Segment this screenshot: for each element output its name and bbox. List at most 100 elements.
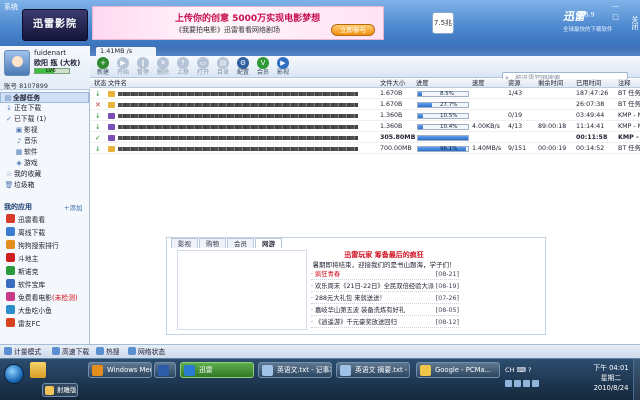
taskbar-window-button[interactable]: 英语文.txt - 记事本 — [258, 362, 332, 378]
vip-nickname: 欧阳 瓶 (大枚) — [34, 59, 81, 67]
avatar[interactable] — [4, 50, 30, 76]
toolbar-up-button[interactable]: ↑ 上移 — [174, 57, 192, 77]
recommend-tab[interactable]: 会员 — [227, 238, 254, 248]
clock[interactable]: 下午 04:01 星期二 2010/8/24 — [586, 363, 636, 393]
minimize-button[interactable]: — — [611, 2, 620, 11]
app-item[interactable]: 斯诺克 — [6, 266, 38, 278]
column-header[interactable]: 文件名 — [108, 79, 127, 88]
recommend-image-area[interactable] — [177, 250, 307, 330]
app-item[interactable]: 斗地主 — [6, 253, 38, 265]
taskbar-window-button[interactable]: Google - PCMa... — [416, 362, 500, 378]
news-item[interactable]: · 疯狂青春 [08-21] — [311, 270, 459, 280]
status-item[interactable]: 高速下载 — [52, 347, 89, 357]
taskbar-folder-button[interactable]: 射雕版 — [42, 383, 78, 397]
toolbar-label: 打开 — [196, 69, 209, 76]
file-name-redacted — [118, 103, 358, 107]
username[interactable]: fuidenart — [34, 49, 66, 57]
app-item[interactable]: 迅雷看看 — [6, 214, 45, 226]
news-item[interactable]: · 欢乐周末《21日-22日》全民双倍经验大派 [08-19] — [311, 282, 459, 292]
tray-icon[interactable] — [505, 380, 512, 387]
add-app-button[interactable]: +添加 — [64, 202, 82, 212]
column-header[interactable]: 已用时间 — [576, 79, 601, 88]
toolbar-vip-button[interactable]: V 会员 — [254, 57, 272, 77]
progress-text: 10.4% — [440, 124, 458, 130]
taskbar-window-button[interactable]: Windows Media... — [88, 362, 152, 378]
recommend-tab[interactable]: 网游 — [255, 238, 282, 248]
table-row[interactable]: ✕ 1.670B 27.7% 26:07:38 BT 任务 — [90, 100, 640, 110]
tray-icon[interactable] — [523, 380, 530, 387]
status-item[interactable]: 热搜 — [96, 347, 120, 357]
nav-trash[interactable]: 🗑垃圾箱 — [0, 180, 89, 191]
recommend-tab[interactable]: 影视 — [171, 238, 198, 248]
maximize-button[interactable]: □ — [611, 13, 620, 22]
nav-category-game[interactable]: ◈ 游戏 — [0, 158, 89, 169]
tray-icon[interactable] — [514, 380, 521, 387]
time-remaining: 89:00:18 — [538, 123, 567, 130]
toolbar-pause-button[interactable]: ∥ 暂停 — [134, 57, 152, 77]
table-row[interactable]: ✓ 305.80MB 00:11:58 KMP - R — [90, 133, 640, 143]
check-icon: ✓ — [6, 115, 12, 123]
app-icon — [6, 227, 15, 236]
nav-downloading[interactable]: ↓ 正在下载 — [0, 103, 89, 114]
nav-all-tasks[interactable]: ▤ 全部任务 — [0, 92, 89, 103]
nav-category-software[interactable]: ▦ 软件 — [0, 147, 89, 158]
speed-widget[interactable]: 7.5兆 — [432, 12, 454, 34]
language-indicator[interactable]: CH ⌨ ? — [505, 366, 531, 374]
app-item[interactable]: 雷友FC — [6, 318, 40, 330]
film-icon: ▣ — [15, 126, 23, 134]
status-item[interactable]: 计量模式 — [4, 347, 41, 357]
toolbar-gear-button[interactable]: ⚙ 配置 — [234, 57, 252, 77]
nav-favorites[interactable]: ☆ 我的收藏 — [0, 169, 89, 180]
toolbar-film-button[interactable]: ▶ 影视 — [274, 57, 292, 77]
toolbar-delete-button[interactable]: ✕ 删除 — [154, 57, 172, 77]
news-date: [08-12] — [435, 319, 459, 326]
recommend-tab[interactable]: 购物 — [199, 238, 226, 248]
taskbar-window-button[interactable] — [154, 362, 176, 378]
status-bar: 计量模式 高速下载 热搜 网络状态 — [0, 344, 640, 358]
app-item[interactable]: 狗狗搜索排行 — [6, 240, 59, 252]
nav-category-music[interactable]: ♪ 音乐 — [0, 136, 89, 147]
table-row[interactable]: ↓ 700.00MB 96.1% 1.40MB/s 9/151 00:00:19 00:14… — [90, 144, 640, 154]
app-item[interactable]: 大鱼吃小鱼 — [6, 305, 52, 317]
column-header[interactable]: 速度 — [472, 79, 485, 88]
column-header[interactable]: 资源 — [508, 79, 521, 88]
column-header[interactable]: 文件大小 — [380, 79, 405, 88]
news-item[interactable]: · 嘉岐华山第五波 装备洗炼有好礼 [08-05] — [311, 306, 459, 316]
column-header[interactable]: 进度 — [416, 79, 429, 88]
toolbar-plus-button[interactable]: + 新建 — [94, 57, 112, 77]
explorer-icon[interactable] — [30, 362, 46, 378]
app-item[interactable]: 免费看电影(未检测) — [6, 292, 78, 304]
ad-join-button[interactable]: 立即参与 — [331, 24, 375, 36]
delete-icon: ✕ — [157, 57, 169, 69]
toolbar-label: 上移 — [176, 69, 189, 76]
news-item[interactable]: · 288元大礼包 来就送送！ [07-26] — [311, 294, 459, 304]
note: BT 任务 — [618, 145, 640, 152]
table-row[interactable]: ↓ 1.360B 10.5% 0/19 03:49:44 KMP - Mc — [90, 111, 640, 121]
file-name-redacted — [118, 147, 358, 151]
toolbar-play-button[interactable]: ▶ 开始 — [114, 57, 132, 77]
column-header[interactable]: 状态 — [94, 79, 107, 88]
show-desktop-button[interactable] — [633, 359, 640, 400]
tab-speed[interactable]: 1.41MB /s — [96, 47, 156, 56]
app-item[interactable]: 离线下载 — [6, 227, 45, 239]
column-header[interactable]: 注释 — [618, 79, 631, 88]
tray-icon[interactable] — [532, 380, 539, 387]
table-row[interactable]: ↓ 1.360B 10.4% 4.00KB/s 4/13 89:00:18 11:14:41… — [90, 122, 640, 132]
status-item[interactable]: 网络状态 — [128, 347, 165, 357]
taskbar-window-button[interactable]: 英语文 摘要.txt - ... — [336, 362, 410, 378]
app-item[interactable]: 软件宝库 — [6, 279, 45, 291]
nav-completed[interactable]: ✓ 已下载 (1) — [0, 114, 89, 125]
close-button[interactable]: 关闭 — [630, 2, 640, 44]
ad-banner[interactable]: 上传你的创意 5000万实现电影梦想 《我要拍电影》迅雷看看网络剧场 立即参与 — [92, 6, 384, 40]
status-icon: ↓ — [95, 145, 101, 153]
file-name-redacted — [118, 125, 358, 129]
table-row[interactable]: ↓ 1.670B 8.5% 1/43 187:47:26 BT 任务 — [90, 89, 640, 99]
system-menu[interactable]: 系统 — [4, 2, 18, 12]
nav-category-video[interactable]: ▣ 影视 — [0, 125, 89, 136]
toolbar-folder-button[interactable]: ▤ 目录 — [214, 57, 232, 77]
news-item[interactable]: · 《逍遥游》千元豪奖放送回归 [08-12] — [311, 318, 459, 328]
column-header[interactable]: 剩余时间 — [538, 79, 563, 88]
start-button[interactable] — [4, 364, 24, 384]
toolbar-open-button[interactable]: ▭ 打开 — [194, 57, 212, 77]
taskbar-window-button[interactable]: 迅雷 — [180, 362, 254, 378]
